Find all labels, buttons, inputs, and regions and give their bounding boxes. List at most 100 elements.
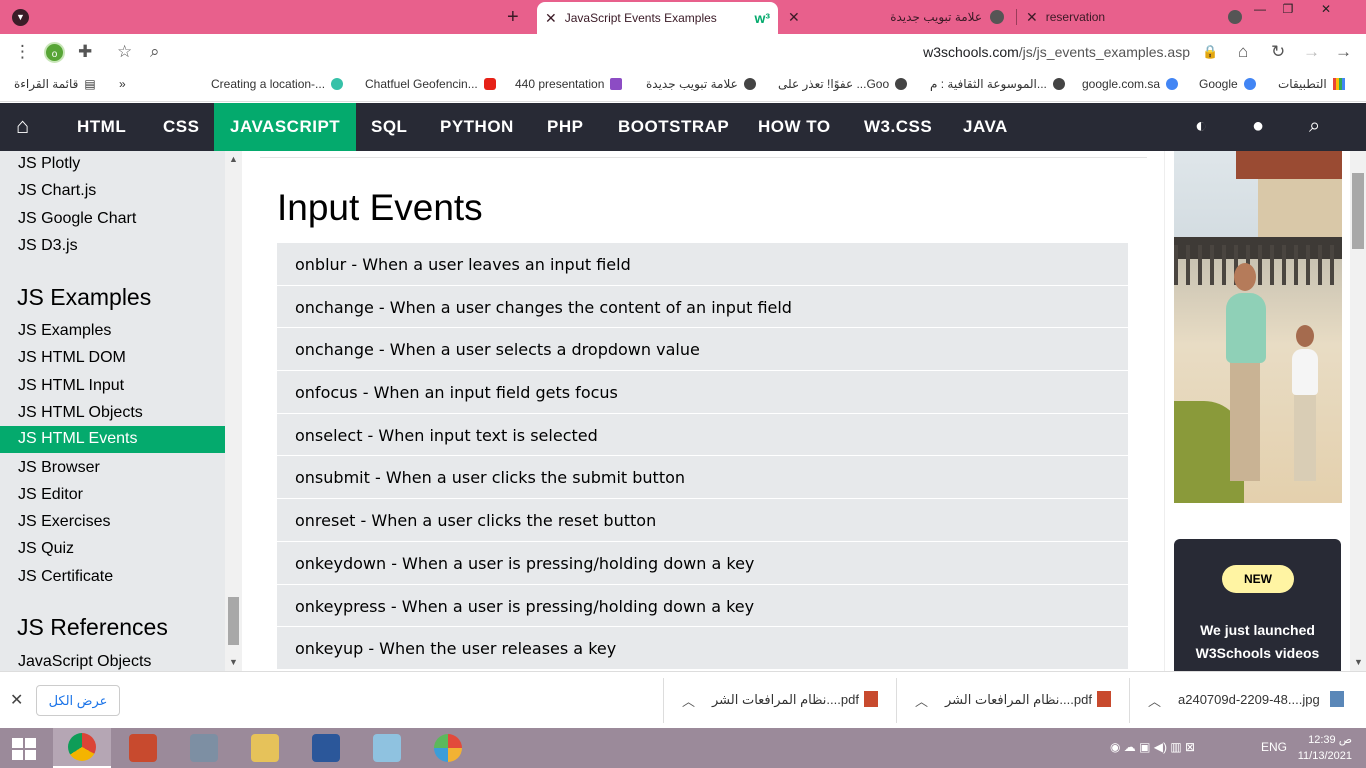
bookmark-apps[interactable]: التطبيقات — [1278, 77, 1345, 91]
close-tab-icon[interactable]: ✕ — [1026, 9, 1038, 26]
nav-sql[interactable]: SQL — [355, 103, 423, 151]
tray-icons[interactable]: ◉ ☁ ▣ ◀) ▥ ⊠ — [1110, 740, 1195, 754]
sidebar-item-js-exercises[interactable]: JS Exercises — [18, 513, 110, 531]
reading-list-bookmark[interactable]: قائمة القراءة ▤ — [14, 77, 96, 91]
close-tab-icon[interactable]: ✕ — [788, 9, 800, 26]
pdf-file-icon — [864, 691, 878, 707]
minimize-icon[interactable]: — — [1246, 0, 1274, 20]
bookmark-creating-location[interactable]: Creating a location-... — [211, 77, 344, 91]
sidebar-item-js-html-objects[interactable]: JS HTML Objects — [18, 404, 143, 422]
start-pane — [25, 750, 36, 760]
bookmark-star-icon[interactable]: ☆ — [117, 42, 132, 62]
page-scrollbar[interactable]: ▼ — [1350, 151, 1366, 671]
bookmarks-overflow-icon[interactable]: » — [119, 77, 126, 91]
nav-how-to[interactable]: HOW TO — [742, 103, 847, 151]
chatfuel-icon — [331, 78, 344, 90]
lock-icon[interactable]: 🔒 — [1202, 44, 1218, 60]
taskbar-pdf-app[interactable] — [114, 728, 172, 768]
chevron-up-icon[interactable]: ︿ — [915, 691, 928, 710]
tab-new-tab[interactable]: ✕ علامة تبويب جديدة — [780, 0, 1012, 34]
windows-start-icon[interactable] — [6, 736, 40, 760]
taskbar-notes[interactable] — [358, 728, 416, 768]
ad-man-head — [1234, 263, 1256, 291]
sidebar-item-js-html-input[interactable]: JS HTML Input — [18, 377, 124, 395]
clock[interactable]: 12:39 ص 11/13/2021 — [1292, 732, 1352, 764]
close-tab-icon[interactable]: ✕ — [545, 10, 557, 27]
sidebar-item-js-html-dom[interactable]: JS HTML DOM — [18, 349, 126, 367]
taskbar-word[interactable] — [297, 728, 355, 768]
forward-icon[interactable]: → — [1303, 42, 1320, 62]
tab-reservation[interactable]: ✕ reservation — [1018, 0, 1250, 34]
ad-image[interactable] — [1174, 151, 1342, 503]
sidebar-item-js-quiz[interactable]: JS Quiz — [18, 540, 74, 558]
download-item-pdf-2[interactable]: ︿ نظام المرافعات الشر....pdf — [896, 678, 1129, 723]
extensions-puzzle-icon[interactable]: ✚ — [78, 42, 92, 62]
download-item-pdf-1[interactable]: ︿ نظام المرافعات الشر....pdf — [663, 678, 896, 723]
home-icon[interactable]: ⌂ — [1238, 42, 1248, 62]
search-icon[interactable]: ⌕ — [1309, 115, 1320, 138]
globe-icon[interactable]: ● — [1252, 115, 1264, 138]
sidebar-scrollbar[interactable]: ▲ ▼ — [225, 151, 242, 671]
taskbar-app-colorful[interactable] — [419, 728, 477, 768]
close-icon[interactable]: ✕ — [10, 690, 23, 710]
taskbar-calculator[interactable] — [175, 728, 233, 768]
nav-php[interactable]: PHP — [531, 103, 599, 151]
bookmark-google-sa[interactable]: google.com.sa — [1082, 77, 1179, 91]
scroll-down-icon[interactable]: ▼ — [1354, 657, 1363, 667]
list-item: onfocus - When an input field gets focus — [277, 371, 1128, 414]
url-field[interactable]: w3schools.com/js/js_events_examples.asp — [923, 44, 1190, 60]
sidebar-heading-examples: JS Examples — [17, 284, 152, 310]
w3-top-nav: ⌂ HTML CSS JAVASCRIPT SQL PYTHON PHP BOO… — [0, 103, 1366, 151]
scroll-down-icon[interactable]: ▼ — [229, 657, 238, 667]
image-file-icon — [1330, 691, 1344, 707]
show-all-downloads-button[interactable]: عرض الكل — [36, 685, 120, 716]
taskbar-chrome[interactable] — [53, 728, 111, 768]
sidebar-item-js-browser[interactable]: JS Browser — [18, 459, 100, 477]
close-window-icon[interactable]: ✕ — [1302, 0, 1350, 20]
restore-icon[interactable]: ❐ — [1274, 0, 1302, 20]
page-scroll-thumb[interactable] — [1352, 173, 1364, 249]
zoom-search-icon[interactable]: ⌕ — [150, 42, 160, 62]
chrome-favicon-icon — [990, 10, 1004, 24]
google-icon — [1243, 78, 1256, 90]
bookmark-google-error[interactable]: عفوًا! تعذر على ...Goo — [778, 77, 908, 91]
home-icon[interactable]: ⌂ — [16, 115, 40, 137]
chrome-menu-icon[interactable]: ⋮ — [14, 42, 31, 62]
bookmark-encyclopedia[interactable]: الموسوعة الثقافية : م... — [930, 77, 1065, 91]
sidebar-item-javascript-objects[interactable]: JavaScript Objects — [18, 653, 151, 671]
new-tab-button[interactable]: + — [507, 6, 519, 29]
sidebar-item-js-chartjs[interactable]: JS Chart.js — [18, 182, 96, 200]
nav-html[interactable]: HTML — [61, 103, 142, 151]
nav-javascript[interactable]: JAVASCRIPT — [214, 103, 357, 151]
sidebar-item-js-certificate[interactable]: JS Certificate — [18, 568, 113, 586]
sidebar-item-js-html-events[interactable]: JS HTML Events — [0, 426, 225, 453]
theme-toggle-icon[interactable]: ◐ — [1195, 115, 1207, 138]
sidebar-item-js-google-chart[interactable]: JS Google Chart — [18, 210, 136, 228]
nav-java[interactable]: JAVA — [947, 103, 1024, 151]
nav-w3css[interactable]: W3.CSS — [848, 103, 948, 151]
sidebar-item-js-d3[interactable]: JS D3.js — [18, 237, 78, 255]
sidebar-item-js-plotly[interactable]: JS Plotly — [18, 155, 80, 173]
sidebar-scroll-thumb[interactable] — [228, 597, 239, 645]
nav-bootstrap[interactable]: BOOTSTRAP — [602, 103, 745, 151]
back-icon[interactable]: → — [1335, 42, 1352, 62]
bookmark-new-tab[interactable]: علامة تبويب جديدة — [646, 77, 756, 91]
nav-python[interactable]: PYTHON — [424, 103, 530, 151]
download-item-jpg[interactable]: ︿ a240709d-2209-48....jpg — [1129, 678, 1366, 723]
bookmark-440-presentation[interactable]: 440 presentation — [515, 77, 623, 91]
sidebar-item-js-examples[interactable]: JS Examples — [18, 322, 111, 340]
video-promo-card[interactable]: NEW We just launched W3Schools videos — [1174, 539, 1341, 671]
tab-search-icon[interactable]: ▼ — [12, 9, 29, 26]
language-indicator[interactable]: ENG — [1261, 740, 1287, 754]
scroll-up-icon[interactable]: ▲ — [229, 154, 238, 164]
bookmark-google[interactable]: Google — [1199, 77, 1256, 91]
reload-icon[interactable]: ↻ — [1271, 42, 1285, 62]
tab-javascript-events[interactable]: ✕ JavaScript Events Examples w³ — [537, 2, 778, 34]
chevron-up-icon[interactable]: ︿ — [1148, 691, 1161, 710]
bookmark-chatfuel[interactable]: Chatfuel Geofencin... — [365, 77, 496, 91]
profile-avatar[interactable]: o — [44, 42, 65, 63]
chevron-up-icon[interactable]: ︿ — [682, 691, 695, 710]
nav-css[interactable]: CSS — [147, 103, 215, 151]
taskbar-file-explorer[interactable] — [236, 728, 294, 768]
sidebar-item-js-editor[interactable]: JS Editor — [18, 486, 83, 504]
